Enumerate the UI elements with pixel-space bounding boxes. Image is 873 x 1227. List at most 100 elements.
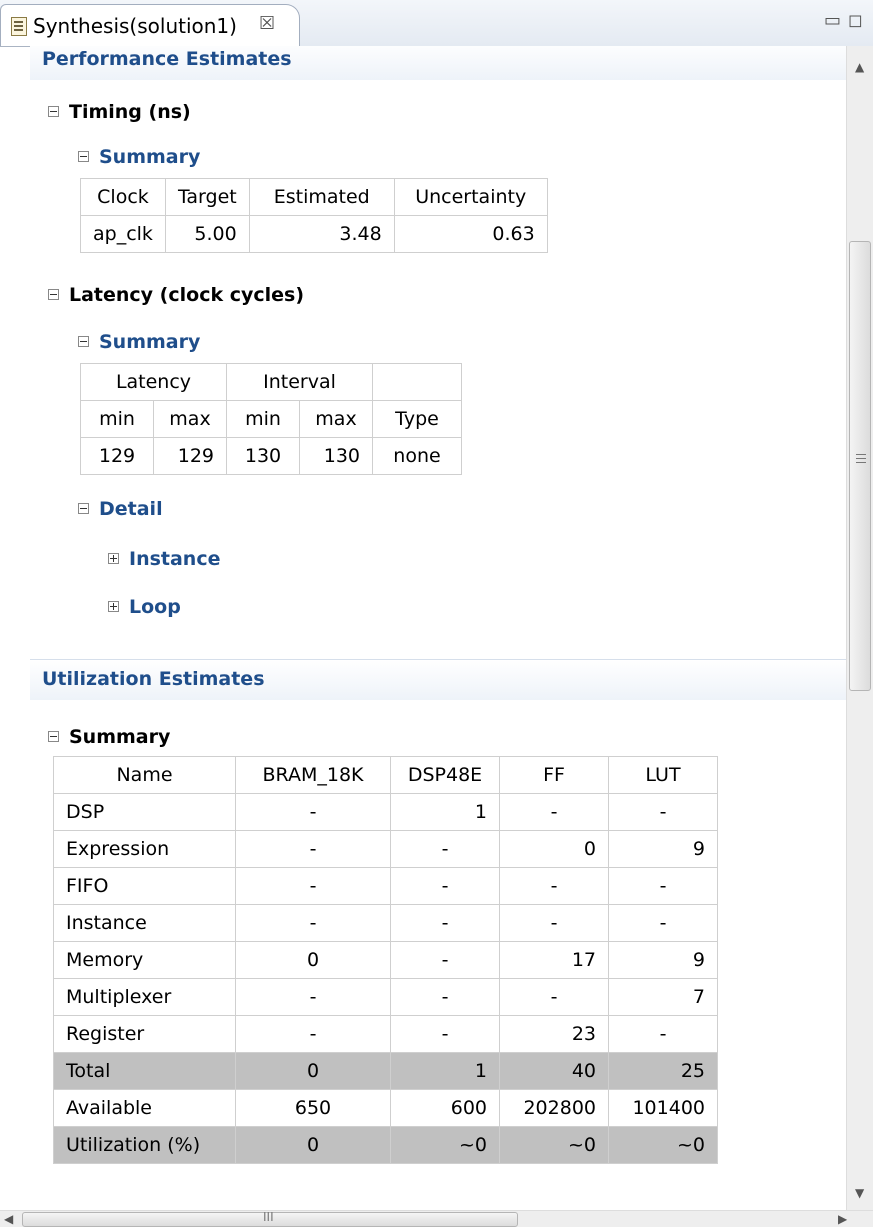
table-cell: 9 (608, 941, 718, 979)
table-cell: 5.00 (164, 215, 250, 253)
latency-summary-table: Latency Interval min max min max Type 12… (80, 363, 462, 475)
horizontal-scroll-thumb[interactable]: III (22, 1210, 518, 1227)
table-cell: 9 (608, 830, 718, 868)
table-row: Available 650 600 202800 101400 (53, 1089, 718, 1127)
table-cell: - (235, 793, 391, 831)
table-cell: Utilization (%) (53, 1126, 236, 1164)
table-cell: Total (53, 1052, 236, 1090)
table-cell: Instance (53, 904, 236, 942)
utilization-estimates-header: Utilization Estimates (30, 659, 846, 700)
performance-estimates-header: Performance Estimates (30, 46, 846, 80)
utilization-summary-table: Name BRAM_18K DSP48E FF LUT DSP -1- - Expre… (53, 756, 718, 1164)
table-cell: - (608, 793, 718, 831)
table-header-cell: Name (53, 756, 236, 794)
collapse-icon[interactable] (48, 731, 59, 742)
horizontal-scrollbar[interactable]: ◀ III ▶ (0, 1210, 873, 1227)
collapse-icon[interactable] (78, 336, 89, 347)
table-cell: Available (53, 1089, 236, 1127)
expand-icon[interactable] (108, 601, 119, 612)
table-row: DSP -1- - (53, 793, 718, 831)
table-header-cell: Estimated (248, 178, 395, 216)
collapse-icon[interactable] (78, 503, 89, 514)
table-row: Register - -23- (53, 1015, 718, 1053)
table-row: Instance - - - - (53, 904, 718, 942)
expand-icon[interactable] (108, 553, 119, 564)
table-header-cell: max (153, 400, 227, 438)
table-cell: 17 (499, 941, 609, 979)
timing-summary-table: Clock Target Estimated Uncertainty ap_cl… (80, 178, 548, 253)
close-tab-icon[interactable]: ☒ (259, 13, 275, 34)
table-row: Memory 0-17 9 (53, 941, 718, 979)
table-cell: - (390, 904, 500, 942)
scroll-down-icon[interactable]: ▼ (855, 1186, 864, 1200)
tab-synthesis[interactable]: Synthesis(solution1) ☒ (0, 4, 300, 46)
table-header-cell: FF (499, 756, 609, 794)
table-cell: 0 (499, 830, 609, 868)
table-cell: - (235, 1015, 391, 1053)
table-cell: - (390, 867, 500, 905)
table-cell: - (235, 978, 391, 1016)
table-cell: 0 (235, 941, 391, 979)
table-cell: none (372, 437, 462, 475)
table-cell: DSP (53, 793, 236, 831)
scroll-left-icon[interactable]: ◀ (4, 1212, 13, 1226)
grip-icon (856, 454, 866, 455)
table-header-row: Clock Target Estimated Uncertainty (80, 178, 548, 216)
table-cell: 1 (390, 793, 500, 831)
table-cell: - (235, 830, 391, 868)
table-cell: 129 (80, 437, 154, 475)
table-cell: 600 (390, 1089, 500, 1127)
table-cell: - (390, 830, 500, 868)
table-header-cell: Target (164, 178, 250, 216)
table-cell: 1 (390, 1052, 500, 1090)
table-header-cell (372, 363, 462, 401)
table-cell: 130 (226, 437, 300, 475)
table-cell: ~0 (499, 1126, 609, 1164)
table-cell: - (390, 1015, 500, 1053)
table-cell: 40 (499, 1052, 609, 1090)
instance-toggle[interactable]: Instance (108, 548, 220, 570)
table-cell: 25 (608, 1052, 718, 1090)
utilization-summary-toggle[interactable]: Summary (48, 726, 170, 748)
table-header-cell: max (299, 400, 373, 438)
table-row: ap_clk 5.00 3.48 0.63 (80, 215, 548, 253)
timing-section-toggle[interactable]: Timing (ns) (48, 101, 191, 123)
loop-toggle[interactable]: Loop (108, 596, 181, 618)
table-header-cell: min (80, 400, 154, 438)
table-cell: Multiplexer (53, 978, 236, 1016)
table-cell: Expression (53, 830, 236, 868)
table-cell: - (390, 978, 500, 1016)
vertical-scroll-thumb[interactable] (849, 241, 871, 691)
table-cell: ~0 (608, 1126, 718, 1164)
table-cell: - (499, 978, 609, 1016)
minimize-icon[interactable]: ▭ (824, 12, 841, 30)
maximize-icon[interactable]: ◻ (848, 12, 863, 30)
utilization-table-body: DSP -1- - Expression - -0 9 FIFO - - - - Instance - - -… (53, 793, 718, 1164)
table-cell: - (608, 904, 718, 942)
collapse-icon[interactable] (78, 151, 89, 162)
vertical-scrollbar[interactable]: ▲ ▼ (846, 46, 873, 1210)
table-cell: - (499, 793, 609, 831)
table-header-cell: Interval (226, 363, 373, 401)
table-header-cell: min (226, 400, 300, 438)
scroll-right-icon[interactable]: ▶ (838, 1212, 847, 1226)
tab-title: Synthesis(solution1) (33, 14, 237, 38)
table-row: Expression - -0 9 (53, 830, 718, 868)
table-cell: 650 (235, 1089, 391, 1127)
table-cell: 129 (153, 437, 227, 475)
table-header-cell: DSP48E (390, 756, 500, 794)
table-cell: 0 (235, 1052, 391, 1090)
collapse-icon[interactable] (48, 289, 59, 300)
timing-summary-toggle[interactable]: Summary (78, 146, 200, 168)
table-cell: 3.48 (248, 215, 395, 253)
collapse-icon[interactable] (48, 106, 59, 117)
table-cell: 0 (235, 1126, 391, 1164)
table-cell: - (608, 867, 718, 905)
table-header-row: Name BRAM_18K DSP48E FF LUT (53, 756, 718, 794)
latency-summary-toggle[interactable]: Summary (78, 331, 200, 353)
latency-section-toggle[interactable]: Latency (clock cycles) (48, 284, 304, 306)
scroll-up-icon[interactable]: ▲ (855, 60, 864, 74)
latency-detail-toggle[interactable]: Detail (78, 498, 163, 520)
table-cell: ~0 (390, 1126, 500, 1164)
table-cell: 0.63 (393, 215, 548, 253)
